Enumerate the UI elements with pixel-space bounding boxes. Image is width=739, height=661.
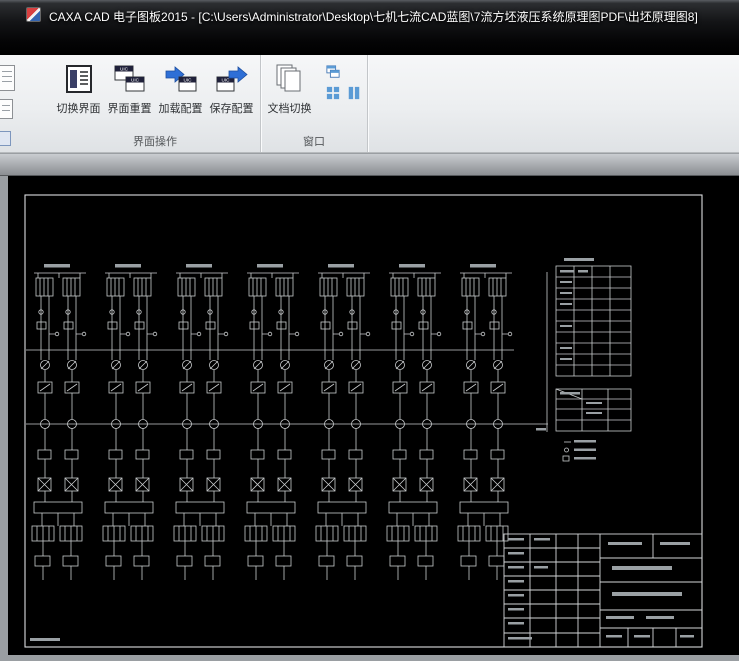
partial-toolbar-icon[interactable] [0,131,11,146]
fine-print [30,258,694,641]
spec-table [556,389,631,431]
ribbon-canvas-divider [0,154,739,176]
switch-ui-button[interactable]: 切换界面 [53,60,104,117]
window-arrange-icons [323,62,364,103]
reset-ui-button[interactable]: UIC UIC 界面重置 [104,60,155,117]
app-icon[interactable] [26,7,41,22]
ribbon: 切换界面 UIC UIC 界面重置 UIC [0,55,739,153]
group-label-interface: 界面操作 [53,129,257,152]
svg-text:UIC: UIC [131,78,140,83]
load-config-icon: UIC [164,62,198,96]
tile-grid-icon [326,86,340,100]
partial-toolbar-icon[interactable] [0,65,15,91]
switch-ui-label: 切换界面 [57,100,101,116]
drawing-canvas[interactable] [8,176,739,655]
legend [563,442,571,461]
save-config-label: 保存配置 [210,100,254,116]
titlebar: CAXA CAD 电子图板2015 - [C:\Users\Administra… [0,0,739,55]
cascade-windows-button[interactable] [323,62,343,82]
load-config-label: 加载配置 [159,100,203,116]
switch-ui-icon [62,62,96,96]
load-config-button[interactable]: UIC 加载配置 [155,60,206,117]
schematic-drawing [8,176,739,655]
tile-grid-button[interactable] [323,83,343,103]
cascade-windows-icon [326,65,340,79]
tile-vertical-icon [347,86,361,100]
document-switch-button[interactable]: 文档切换 [264,60,315,117]
svg-text:UIC: UIC [183,78,192,83]
document-switch-icon [273,62,307,96]
save-config-button[interactable]: UIC 保存配置 [206,60,257,117]
circuit-columns [32,264,512,580]
spacer [344,62,364,82]
document-switch-label: 文档切换 [268,100,312,116]
tile-vertical-button[interactable] [344,83,364,103]
save-config-icon: UIC [215,62,249,96]
svg-text:UIC: UIC [120,67,129,72]
group-label-window: 窗口 [264,129,364,152]
window-title: CAXA CAD 电子图板2015 - [C:\Users\Administra… [49,8,698,25]
ribbon-group-window: 文档切换 [261,55,368,152]
ribbon-group-interface: 切换界面 UIC UIC 界面重置 UIC [50,55,261,152]
partial-toolbar-icon[interactable] [0,99,13,119]
reset-ui-label: 界面重置 [108,100,152,116]
reset-ui-icon: UIC UIC [113,62,147,96]
title-block [504,534,702,647]
status-bar [0,655,739,661]
